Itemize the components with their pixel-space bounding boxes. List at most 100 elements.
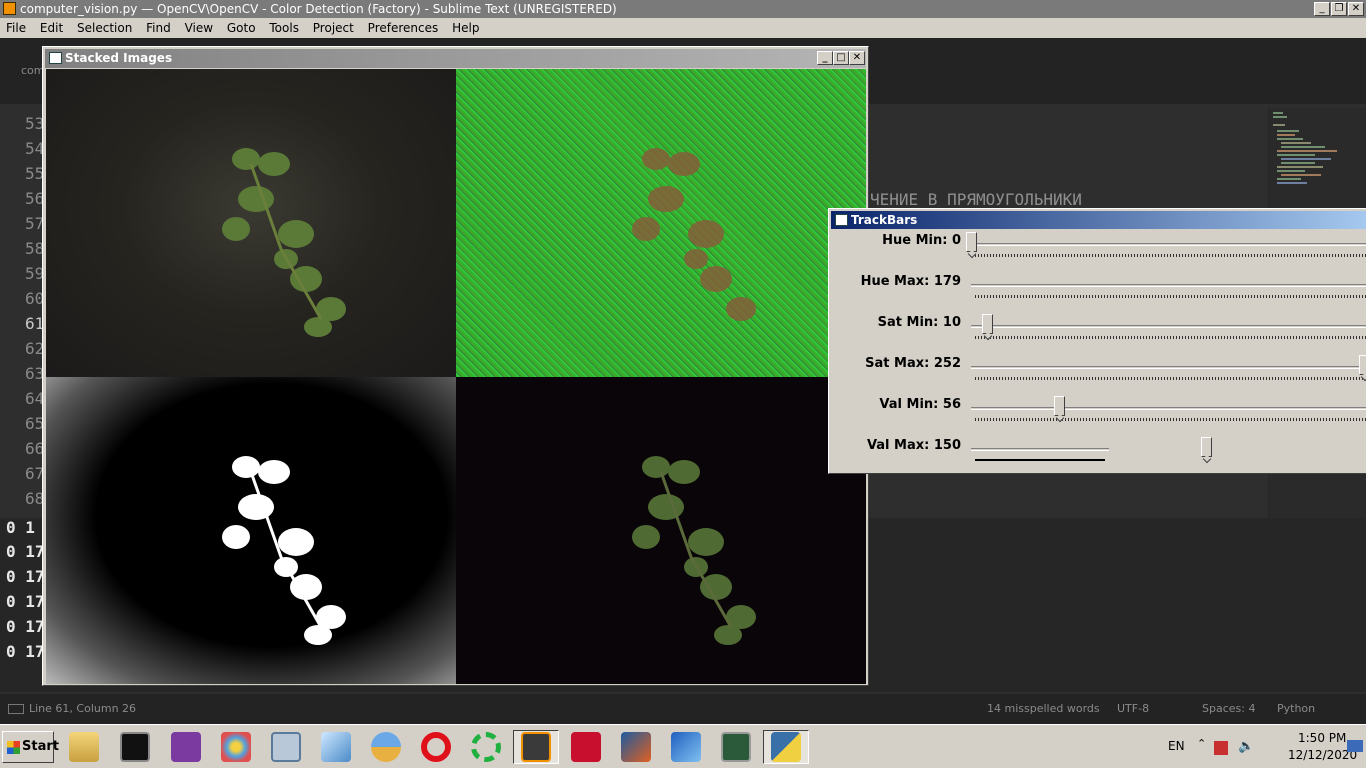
menu-goto[interactable]: Goto [227, 21, 256, 35]
menu-tools[interactable]: Tools [269, 21, 299, 35]
paint-palette-icon [221, 732, 251, 762]
windows-logo-icon [7, 741, 20, 754]
sublime-app-icon [3, 2, 16, 15]
taskbar-network-tool[interactable] [663, 730, 709, 764]
clock-time[interactable]: 1:50 PM [1298, 731, 1346, 745]
slider-track[interactable] [971, 366, 1366, 369]
menu-help[interactable]: Help [452, 21, 479, 35]
stacked-images-title: Stacked Images [65, 51, 173, 65]
minimize-button[interactable]: _ [1314, 2, 1330, 16]
slider-label: Sat Max: 252 [865, 356, 961, 371]
indentation-status[interactable]: Spaces: 4 [1202, 694, 1255, 724]
menu-find[interactable]: Find [146, 21, 171, 35]
security-icon[interactable] [1214, 741, 1228, 755]
slider-ticks [975, 254, 1366, 257]
taskbar-file-explorer[interactable] [61, 730, 107, 764]
window-icon [835, 214, 848, 226]
start-label: Start [22, 739, 59, 754]
window-icon [49, 52, 62, 64]
slider-track[interactable] [971, 243, 1366, 246]
encoding-status[interactable]: UTF-8 [1117, 694, 1149, 724]
slider-ticks [975, 295, 1366, 298]
refresh-icon [471, 732, 501, 762]
menu-bar: File Edit Selection Find View Goto Tools… [0, 18, 1366, 38]
plant-icon [222, 148, 346, 337]
matlab-icon [621, 732, 651, 762]
panel-toggle-icon[interactable] [8, 704, 24, 714]
slider-sat-max[interactable]: Sat Max: 252 [829, 352, 1366, 393]
plant-hsv-icon [632, 148, 756, 321]
show-desktop-icon[interactable] [1347, 740, 1363, 752]
tab-computer-vision[interactable]: com [21, 64, 45, 77]
slider-label: Hue Min: 0 [882, 233, 961, 248]
slider-ticks [975, 459, 1105, 461]
slider-label: Val Max: 150 [866, 438, 961, 453]
console-line: 0 17 [6, 617, 45, 636]
close-button[interactable]: ✕ [1348, 2, 1364, 16]
mask-image [46, 377, 456, 684]
maximize-button[interactable]: ❐ [1331, 2, 1347, 16]
opera-icon [421, 732, 451, 762]
console-line: 0 1 [6, 518, 35, 537]
stacked-images-title-bar[interactable]: Stacked Images _ □ ✕ [45, 49, 866, 68]
menu-preferences[interactable]: Preferences [368, 21, 439, 35]
sublime-title-bar[interactable]: computer_vision.py — OpenCV\OpenCV - Col… [0, 0, 1366, 18]
console-line: 0 17 [6, 567, 45, 586]
minimize-button[interactable]: _ [817, 51, 833, 65]
slider-thumb[interactable] [981, 314, 993, 334]
taskbar-mathcad[interactable] [163, 730, 209, 764]
slider-track[interactable] [971, 448, 1109, 451]
taskbar-matlab[interactable] [613, 730, 659, 764]
status-bar: Line 61, Column 26 14 misspelled words U… [0, 694, 1366, 745]
slider-val-max[interactable]: Val Max: 150 [829, 434, 1366, 475]
menu-project[interactable]: Project [313, 21, 354, 35]
menu-selection[interactable]: Selection [77, 21, 132, 35]
taskbar-python[interactable] [763, 730, 809, 764]
taskbar-refresh-app[interactable] [463, 730, 509, 764]
slider-hue-max[interactable]: Hue Max: 179 [829, 270, 1366, 311]
taskbar-device-manager[interactable] [713, 730, 759, 764]
console-line: 0 17 [6, 542, 45, 561]
trackbars-window[interactable]: TrackBars Hue Min: 0 Hue Max: 179 Sat Mi… [828, 208, 1366, 474]
slider-val-min[interactable]: Val Min: 56 [829, 393, 1366, 434]
trackbars-title: TrackBars [851, 213, 918, 227]
slider-track[interactable] [971, 284, 1366, 287]
taskbar-opera[interactable] [413, 730, 459, 764]
menu-file[interactable]: File [6, 21, 26, 35]
taskbar-paint[interactable] [213, 730, 259, 764]
folder-icon [69, 732, 99, 762]
taskbar-notepad[interactable] [313, 730, 359, 764]
cursor-position[interactable]: Line 61, Column 26 [29, 694, 136, 724]
terminal-icon [120, 732, 150, 762]
stacked-images-window[interactable]: Stacked Images _ □ ✕ [42, 46, 869, 686]
slider-label: Hue Max: 179 [860, 274, 961, 289]
taskbar-command-prompt[interactable] [112, 730, 158, 764]
taskbar-autocad[interactable] [563, 730, 609, 764]
maximize-button[interactable]: □ [833, 51, 849, 65]
slider-thumb[interactable] [1053, 396, 1065, 416]
slider-track[interactable] [971, 407, 1366, 410]
taskbar-sublime-text[interactable] [513, 730, 559, 764]
mathcad-icon [171, 732, 201, 762]
taskbar-photos[interactable] [363, 730, 409, 764]
trackbars-title-bar[interactable]: TrackBars [831, 211, 1366, 229]
slider-sat-min[interactable]: Sat Min: 10 [829, 311, 1366, 352]
slider-hue-min[interactable]: Hue Min: 0 [829, 229, 1366, 270]
spellcheck-status[interactable]: 14 misspelled words [987, 694, 1100, 724]
network-icon [671, 732, 701, 762]
volume-icon[interactable]: 🔈 [1238, 739, 1254, 754]
menu-edit[interactable]: Edit [40, 21, 63, 35]
taskbar-calculator[interactable] [263, 730, 309, 764]
menu-view[interactable]: View [185, 21, 213, 35]
code-comment: ЧЕНИЕ В ПРЯМОУГОЛЬНИКИ [870, 190, 1082, 209]
slider-thumb[interactable] [1359, 355, 1366, 375]
slider-ticks [975, 377, 1366, 380]
language-indicator[interactable]: EN [1168, 739, 1185, 753]
slider-thumb[interactable] [966, 232, 977, 252]
start-button[interactable]: Start [2, 731, 59, 763]
slider-thumb[interactable] [1201, 437, 1213, 457]
chevron-up-icon[interactable]: ⌃ [1197, 737, 1206, 750]
slider-track[interactable] [971, 325, 1366, 328]
python-icon [771, 732, 801, 762]
close-button[interactable]: ✕ [849, 51, 865, 65]
